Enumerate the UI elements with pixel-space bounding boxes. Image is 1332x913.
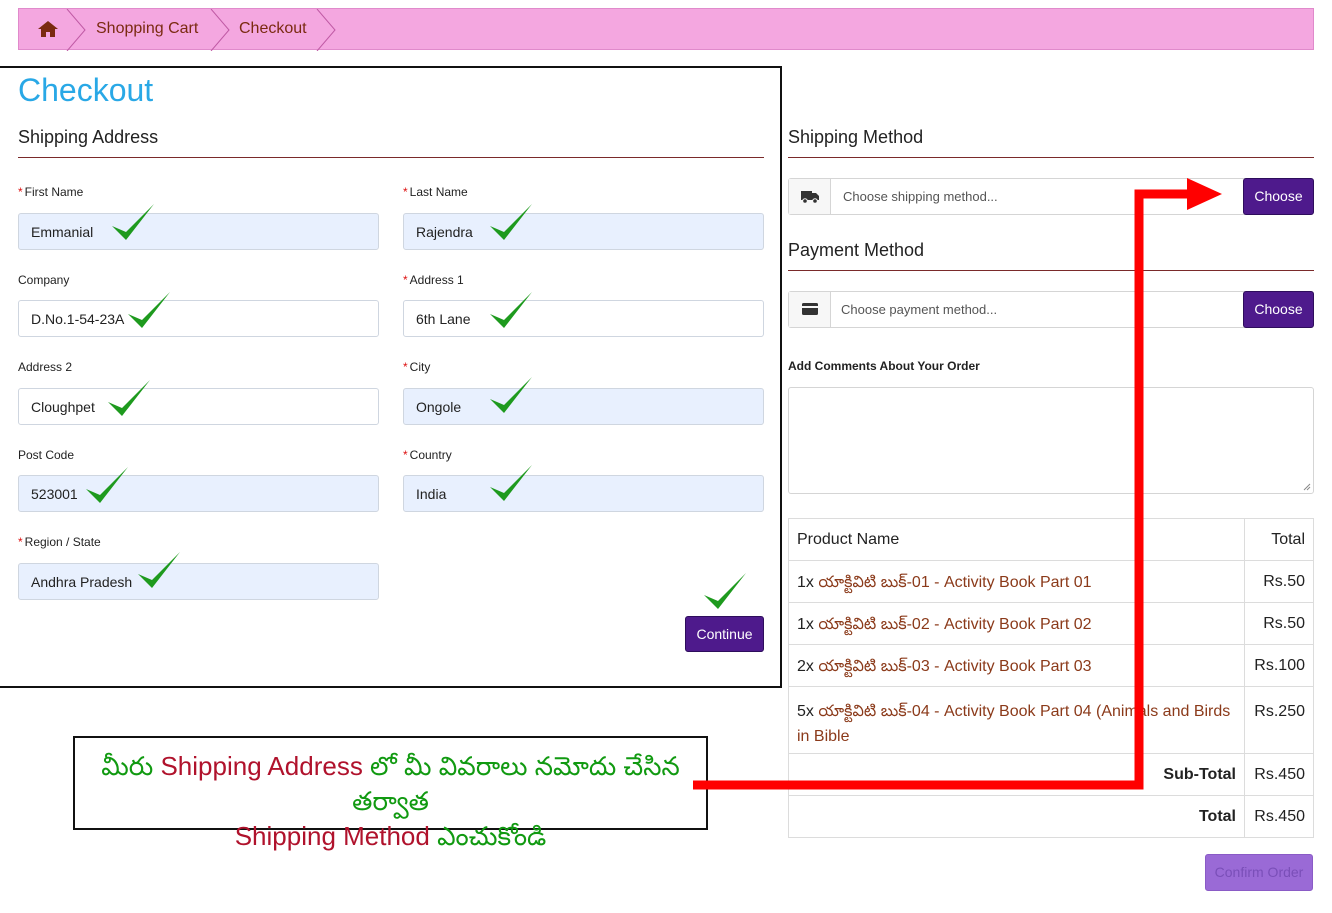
section-divider bbox=[18, 157, 764, 158]
post-code-input[interactable]: 523001 bbox=[18, 475, 379, 512]
item-total: Rs.250 bbox=[1244, 686, 1314, 754]
total-row: Total Rs.450 bbox=[788, 795, 1314, 838]
table-row: 2x యాక్టివిటి బుక్-03 - Activity Book Pa… bbox=[788, 644, 1314, 687]
last-name-label: * Last Name bbox=[403, 185, 468, 199]
country-label: * Country bbox=[403, 448, 452, 462]
annotation-text: ఎంచుకోండి bbox=[429, 821, 547, 851]
payment-method-placeholder: Choose payment method... bbox=[841, 302, 998, 317]
checkmark-icon bbox=[490, 292, 532, 328]
shipping-method-title: Shipping Method bbox=[788, 127, 924, 147]
table-row: 1x యాక్టివిటి బుక్-02 - Activity Book Pa… bbox=[788, 602, 1314, 645]
subtotal-row: Sub-Total Rs.450 bbox=[788, 753, 1314, 796]
checkmark-icon bbox=[86, 467, 128, 503]
checkmark-icon bbox=[490, 204, 532, 240]
checkmark-icon bbox=[138, 552, 180, 588]
shipping-address-title: Shipping Address bbox=[18, 127, 159, 147]
page-title: Checkout bbox=[18, 72, 154, 108]
item-total: Rs.50 bbox=[1244, 602, 1314, 645]
product-name-header: Product Name bbox=[788, 518, 1245, 561]
breadcrumb: Shopping Cart Checkout bbox=[18, 8, 1314, 51]
total-header: Total bbox=[1244, 518, 1314, 561]
company-input[interactable]: D.No.1-54-23A bbox=[18, 300, 379, 337]
last-name-input[interactable]: Rajendra bbox=[403, 213, 764, 250]
company-label: Company bbox=[18, 273, 70, 287]
breadcrumb-shopping-cart[interactable]: Shopping Cart bbox=[96, 20, 198, 38]
city-input[interactable]: Ongole bbox=[403, 388, 764, 425]
post-code-label: Post Code bbox=[18, 448, 75, 462]
country-select[interactable]: India bbox=[403, 475, 764, 512]
checkmark-icon bbox=[128, 292, 170, 328]
shipping-method-input[interactable]: Choose shipping method... bbox=[788, 178, 1314, 215]
checkmark-icon bbox=[108, 380, 150, 416]
total-value: Rs.450 bbox=[1244, 795, 1314, 838]
breadcrumb-separator-icon bbox=[66, 9, 86, 51]
table-row: 1x యాక్టివిటి బుక్-01 - Activity Book Pa… bbox=[788, 560, 1314, 603]
region-select[interactable]: Andhra Pradesh bbox=[18, 563, 379, 600]
product-link[interactable]: యాక్టివిటి బుక్-04 - Activity Book Part … bbox=[797, 703, 1230, 745]
checkmark-icon bbox=[704, 573, 746, 609]
address2-label: Address 2 bbox=[18, 360, 73, 374]
order-summary-table: Product Name Total 1x యాక్టివిటి బుక్-01… bbox=[788, 518, 1314, 838]
choose-shipping-button[interactable]: Choose bbox=[1243, 178, 1314, 215]
section-divider bbox=[788, 270, 1314, 271]
annotation-text: మీరు bbox=[101, 751, 161, 781]
checkmark-icon bbox=[112, 204, 154, 240]
payment-method-title: Payment Method bbox=[788, 240, 925, 260]
city-label: * City bbox=[403, 360, 431, 374]
annotation-text: లో మీ వివరాలు నమోదు చేసిన తర్వాత bbox=[352, 751, 680, 816]
item-qty: 5x bbox=[797, 703, 814, 720]
breadcrumb-checkout[interactable]: Checkout bbox=[239, 20, 307, 38]
payment-method-input[interactable]: Choose payment method... bbox=[788, 291, 1314, 328]
address1-label: * Address 1 bbox=[403, 273, 464, 287]
item-qty: 1x bbox=[797, 616, 814, 633]
table-row: 5x యాక్టివిటి బుక్-04 - Activity Book Pa… bbox=[788, 686, 1314, 754]
subtotal-value: Rs.450 bbox=[1244, 753, 1314, 796]
product-link[interactable]: యాక్టివిటి బుక్-02 - Activity Book Part … bbox=[818, 616, 1091, 633]
continue-button[interactable]: Continue bbox=[685, 616, 764, 652]
truck-icon bbox=[789, 179, 831, 214]
section-divider bbox=[788, 157, 1314, 158]
item-qty: 2x bbox=[797, 658, 814, 675]
product-link[interactable]: యాక్టివిటి బుక్-03 - Activity Book Part … bbox=[818, 658, 1091, 675]
home-icon[interactable] bbox=[37, 20, 59, 38]
subtotal-label: Sub-Total bbox=[788, 753, 1245, 796]
choose-payment-button[interactable]: Choose bbox=[1243, 291, 1314, 328]
address1-input[interactable]: 6th Lane bbox=[403, 300, 764, 337]
item-total: Rs.50 bbox=[1244, 560, 1314, 603]
annotation-highlight: Shipping Address bbox=[160, 751, 363, 781]
address2-input[interactable]: Cloughpet bbox=[18, 388, 379, 425]
comments-textarea[interactable] bbox=[788, 387, 1314, 494]
table-header-row: Product Name Total bbox=[788, 518, 1314, 561]
breadcrumb-separator-icon bbox=[316, 9, 336, 51]
annotation-callout: మీరు Shipping Address లో మీ వివరాలు నమోద… bbox=[73, 736, 708, 851]
confirm-order-button[interactable]: Confirm Order bbox=[1205, 854, 1313, 891]
shipping-method-placeholder: Choose shipping method... bbox=[843, 189, 998, 204]
checkmark-icon bbox=[490, 465, 532, 501]
region-label: * Region / State bbox=[18, 535, 101, 549]
total-label: Total bbox=[788, 795, 1245, 838]
item-total: Rs.100 bbox=[1244, 644, 1314, 687]
comments-label: Add Comments About Your Order bbox=[788, 359, 980, 373]
item-qty: 1x bbox=[797, 574, 814, 591]
first-name-input[interactable]: Emmanial bbox=[18, 213, 379, 250]
credit-card-icon bbox=[789, 292, 831, 327]
checkmark-icon bbox=[490, 377, 532, 413]
breadcrumb-separator-icon bbox=[210, 9, 230, 51]
first-name-label: * First Name bbox=[18, 185, 84, 199]
annotation-highlight: Shipping Method bbox=[234, 821, 430, 851]
product-link[interactable]: యాక్టివిటి బుక్-01 - Activity Book Part … bbox=[818, 574, 1091, 591]
resize-handle-icon[interactable] bbox=[1303, 483, 1311, 491]
